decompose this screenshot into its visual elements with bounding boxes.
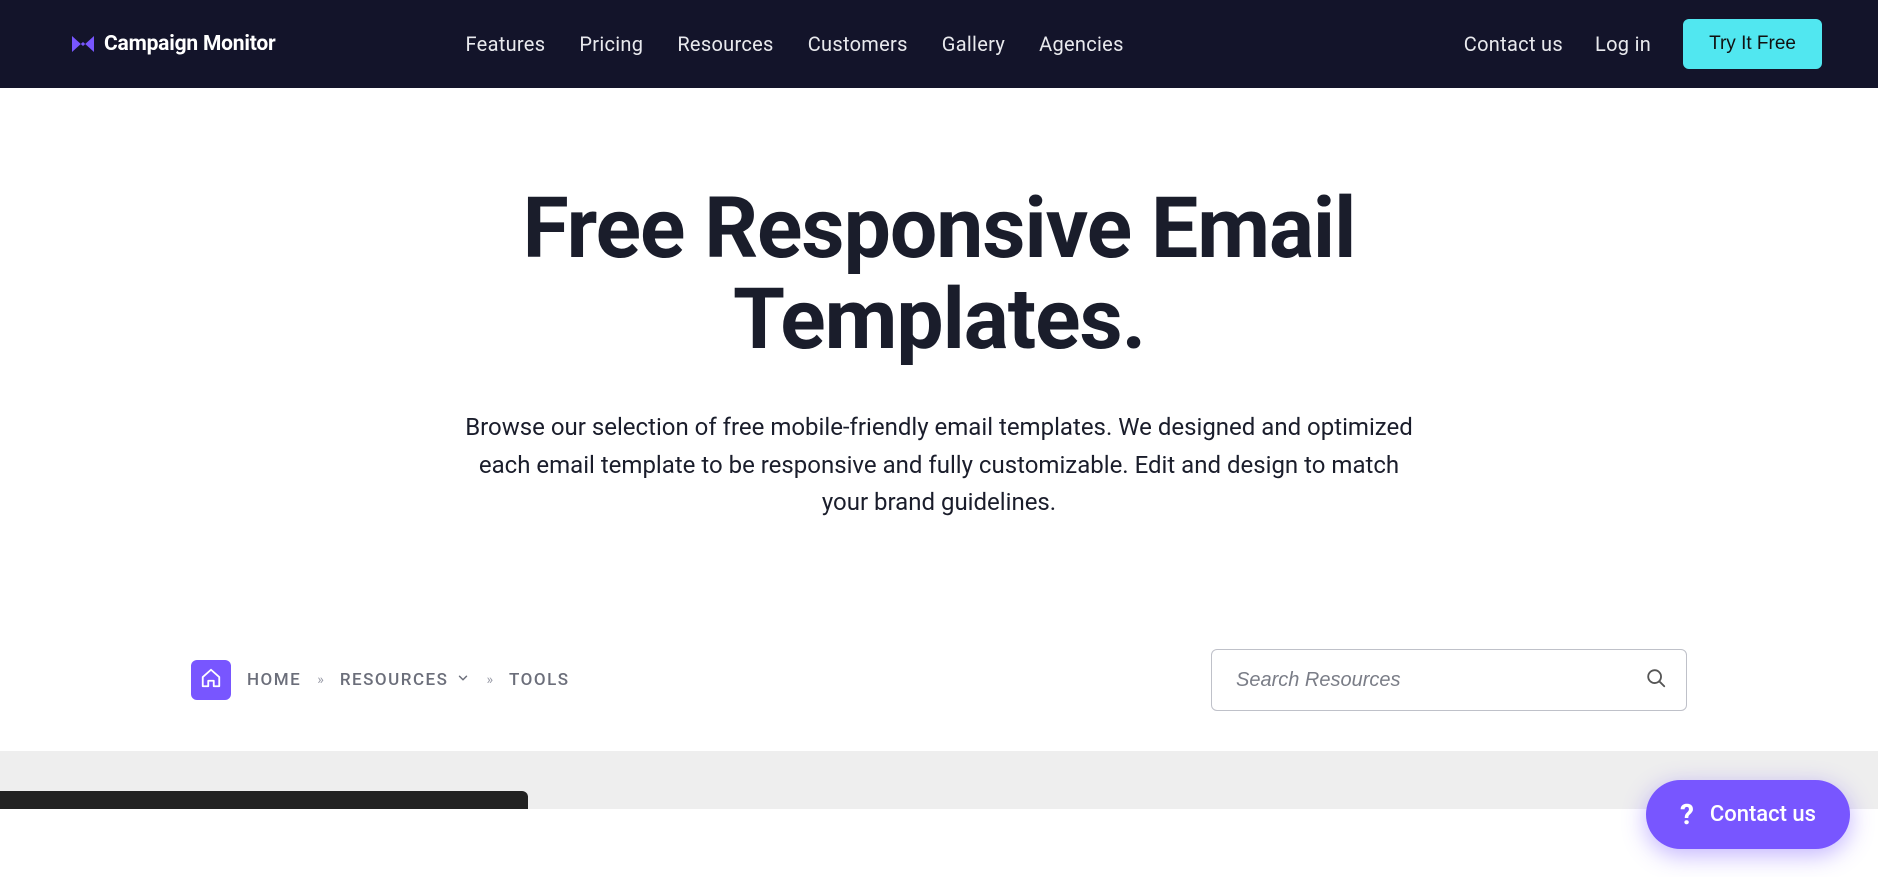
breadcrumb-resources-label: RESOURCES xyxy=(340,670,449,690)
chevron-down-icon xyxy=(456,670,470,690)
breadcrumb-tools[interactable]: TOOLS xyxy=(509,670,570,690)
breadcrumb-resources[interactable]: RESOURCES xyxy=(340,670,471,690)
brand-name: Campaign Monitor xyxy=(104,32,276,56)
contact-widget-label: Contact us xyxy=(1710,802,1816,827)
breadcrumb-row: HOME » RESOURCES » TOOLS xyxy=(191,649,1687,751)
nav-pricing[interactable]: Pricing xyxy=(579,32,643,56)
primary-nav: Features Pricing Resources Customers Gal… xyxy=(466,32,1124,56)
nav-customers[interactable]: Customers xyxy=(808,32,908,56)
breadcrumb-separator: » xyxy=(317,672,324,688)
page-title: Free Responsive Email Templates. xyxy=(339,184,1539,365)
search-input[interactable] xyxy=(1211,649,1687,711)
nav-resources[interactable]: Resources xyxy=(677,32,773,56)
nav-features[interactable]: Features xyxy=(466,32,546,56)
nav-contact-us[interactable]: Contact us xyxy=(1464,32,1563,56)
nav-login[interactable]: Log in xyxy=(1595,32,1651,56)
nav-gallery[interactable]: Gallery xyxy=(942,32,1005,56)
secondary-nav: Contact us Log in Try It Free xyxy=(1464,19,1822,69)
search-icon[interactable] xyxy=(1645,667,1667,693)
page-description: Browse our selection of free mobile-frie… xyxy=(459,409,1419,521)
breadcrumb-home-button[interactable] xyxy=(191,660,231,700)
breadcrumb-home[interactable]: HOME xyxy=(247,670,301,690)
brand-logo[interactable]: Campaign Monitor xyxy=(72,32,276,56)
home-icon xyxy=(200,667,222,693)
footer-strip xyxy=(0,751,1878,809)
search-container xyxy=(1211,649,1687,711)
contact-widget[interactable]: ? Contact us xyxy=(1646,780,1850,849)
try-free-button[interactable]: Try It Free xyxy=(1683,19,1822,69)
nav-agencies[interactable]: Agencies xyxy=(1039,32,1124,56)
breadcrumb-separator: » xyxy=(486,672,493,688)
question-icon: ? xyxy=(1680,798,1694,831)
envelope-icon xyxy=(72,36,94,52)
site-header: Campaign Monitor Features Pricing Resour… xyxy=(0,0,1878,88)
hero-section: Free Responsive Email Templates. Browse … xyxy=(299,88,1579,581)
bottom-overlay xyxy=(0,791,528,809)
